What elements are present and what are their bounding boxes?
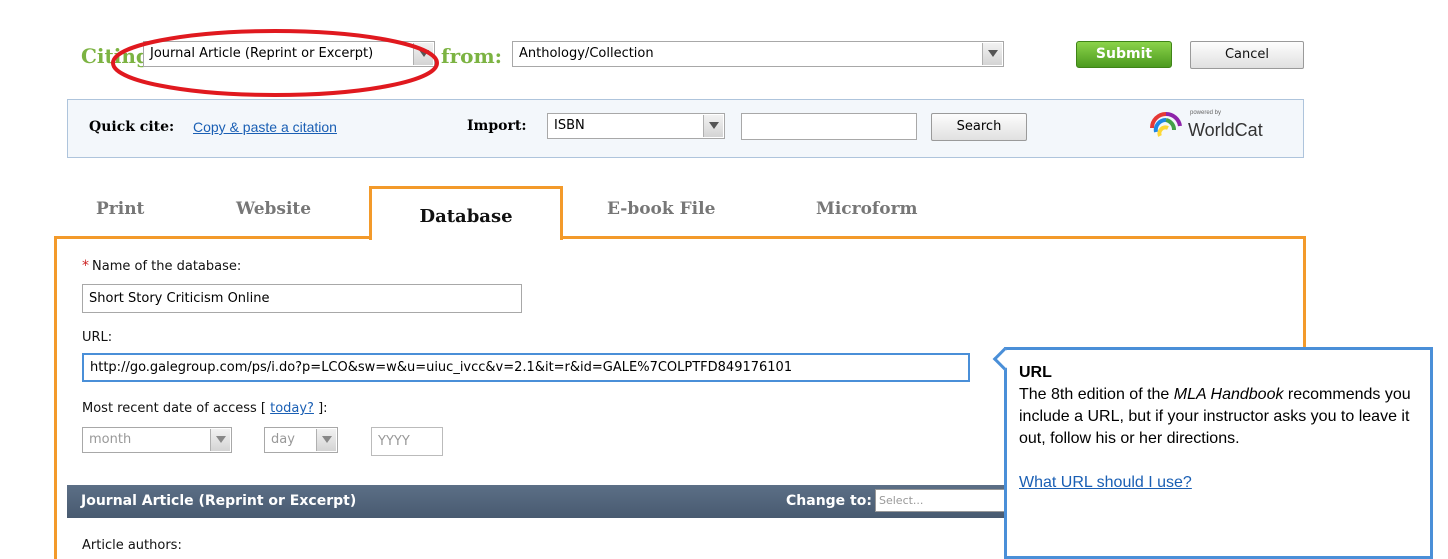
worldcat-icon <box>1150 111 1182 137</box>
tooltip-body-italic: MLA Handbook <box>1173 386 1284 403</box>
import-select-value: ISBN <box>554 118 585 133</box>
quick-cite-label: Quick cite: <box>89 119 175 135</box>
url-label: URL: <box>82 330 113 345</box>
tab-microform[interactable]: Microform <box>816 199 918 219</box>
chevron-down-icon[interactable] <box>703 115 723 137</box>
from-select-value: Anthology/Collection <box>519 46 654 61</box>
chevron-down-icon[interactable] <box>982 43 1002 65</box>
db-name-input[interactable]: Short Story Criticism Online <box>82 284 522 313</box>
tab-ebook-file[interactable]: E-book File <box>607 199 715 219</box>
tooltip-body-prefix: The 8th edition of the <box>1019 386 1174 403</box>
import-type-select[interactable]: ISBN <box>547 113 725 139</box>
red-annotation-ellipse <box>111 29 439 97</box>
from-label: from: <box>441 44 503 68</box>
url-input[interactable]: http://go.galegroup.com/ps/i.do?p=LCO&sw… <box>82 353 970 382</box>
db-name-label: Name of the database: <box>92 259 242 274</box>
change-to-select[interactable]: Select... <box>875 489 1015 512</box>
chevron-down-icon[interactable] <box>316 429 336 451</box>
worldcat-logo: powered by WorldCat <box>1146 108 1286 148</box>
cancel-button[interactable]: Cancel <box>1190 41 1304 69</box>
submit-button[interactable]: Submit <box>1076 41 1172 68</box>
worldcat-text: WorldCat <box>1188 120 1263 140</box>
required-marker: * <box>82 258 89 274</box>
day-select-value: day <box>271 432 295 447</box>
search-button[interactable]: Search <box>931 113 1027 141</box>
from-source-select[interactable]: Anthology/Collection <box>512 41 1004 67</box>
section-title: Journal Article (Reprint or Excerpt) <box>81 493 357 509</box>
day-select[interactable]: day <box>264 427 338 453</box>
chevron-down-icon[interactable] <box>210 429 230 451</box>
month-select-value: month <box>89 432 132 447</box>
tab-website[interactable]: Website <box>236 199 311 219</box>
import-input[interactable] <box>741 113 917 140</box>
tab-database[interactable]: Database <box>369 186 563 240</box>
what-url-link[interactable]: What URL should I use? <box>1019 472 1418 494</box>
import-label: Import: <box>467 118 527 134</box>
powered-by-text: powered by <box>1190 110 1222 116</box>
year-input[interactable]: YYYY <box>371 427 443 456</box>
access-date-label: Most recent date of access [ today? ]: <box>82 401 328 416</box>
access-date-suffix: ]: <box>313 401 328 416</box>
tooltip-body: The 8th edition of the MLA Handbook reco… <box>1019 384 1418 450</box>
tab-print[interactable]: Print <box>96 199 144 219</box>
change-to-label: Change to: <box>786 493 872 509</box>
article-authors-label: Article authors: <box>82 538 182 553</box>
url-help-tooltip: URL The 8th edition of the MLA Handbook … <box>1004 347 1433 559</box>
copy-paste-citation-link[interactable]: Copy & paste a citation <box>193 119 337 135</box>
today-link[interactable]: today? <box>270 401 314 416</box>
tooltip-title: URL <box>1019 364 1052 381</box>
month-select[interactable]: month <box>82 427 232 453</box>
access-date-prefix: Most recent date of access [ <box>82 401 271 416</box>
